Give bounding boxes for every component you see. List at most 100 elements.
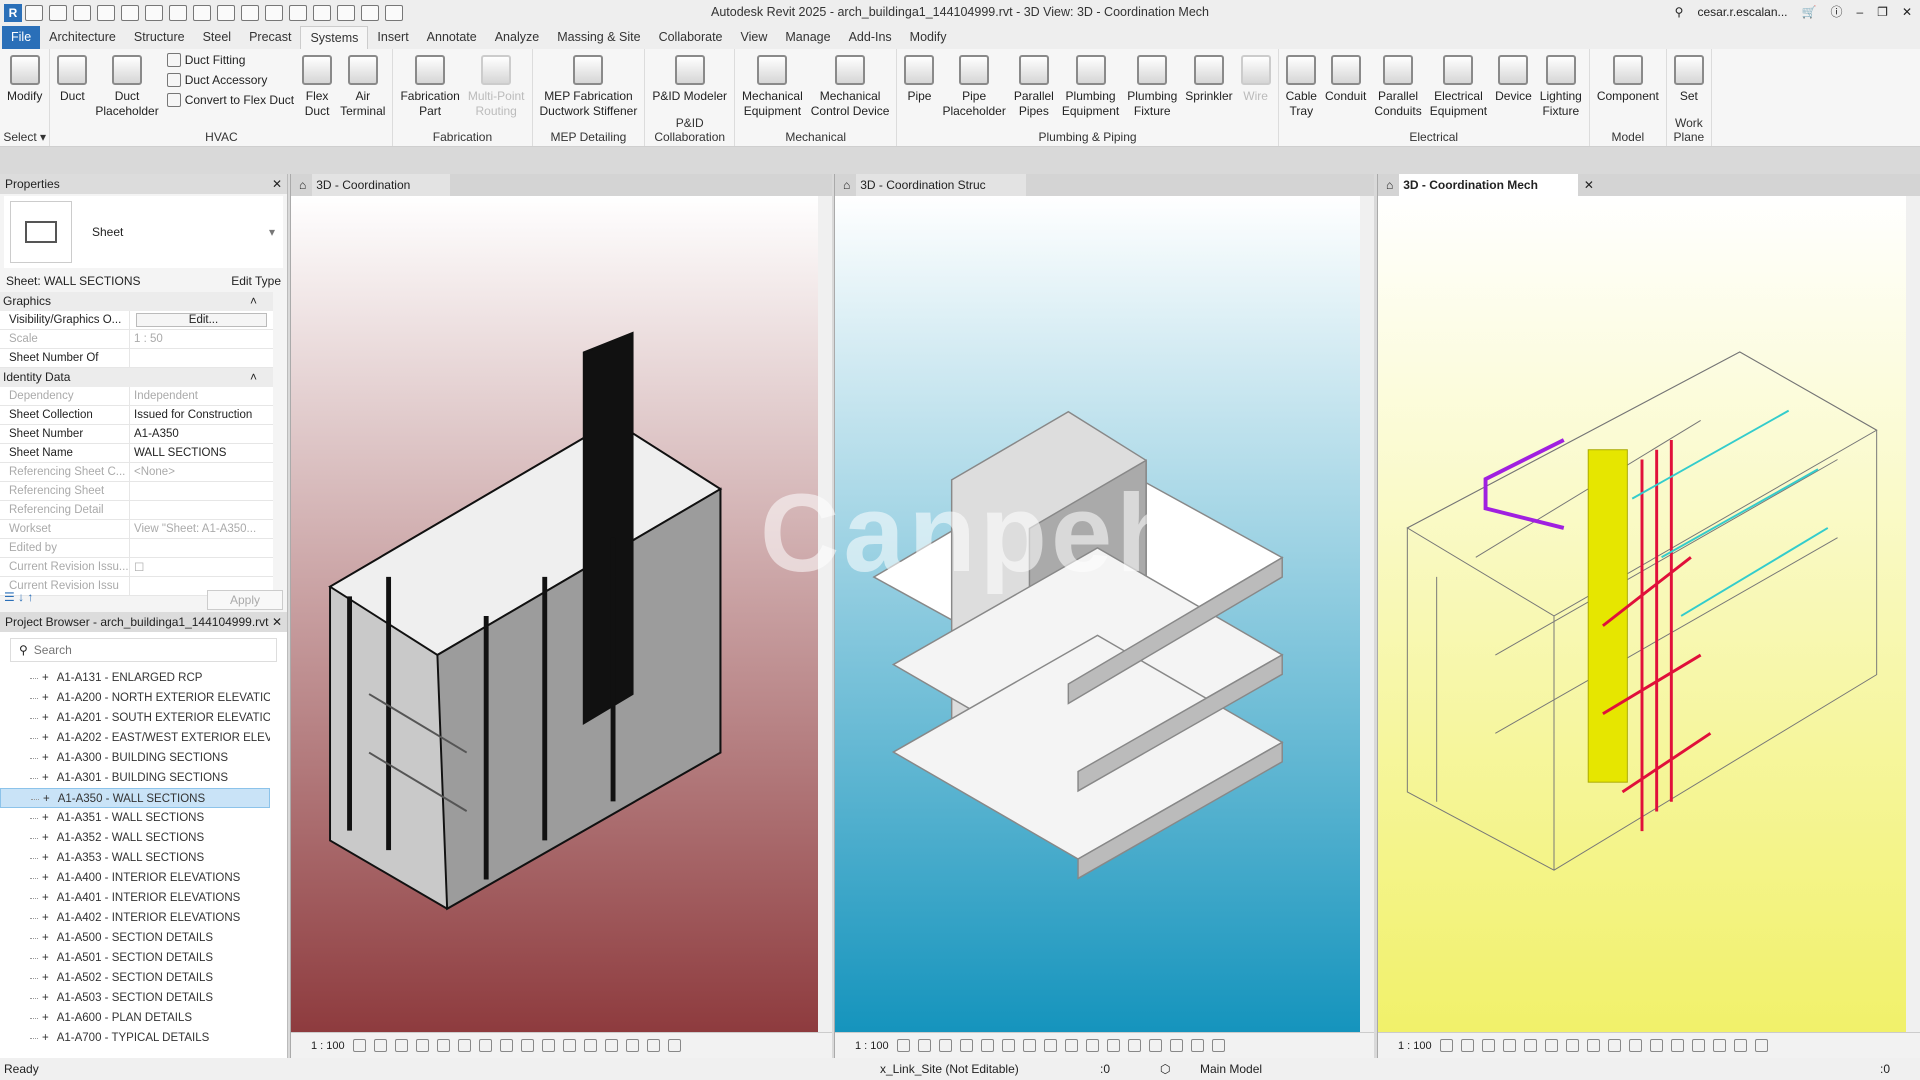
view-control-icon[interactable]	[646, 1039, 660, 1052]
tab-view[interactable]: View	[732, 26, 777, 49]
browser-item[interactable]: + A1-A300 - BUILDING SECTIONS	[0, 748, 270, 768]
view-control-icon[interactable]	[1628, 1039, 1642, 1052]
3d-viewport[interactable]	[1378, 196, 1906, 1032]
ribbon-button[interactable]: Fabrication Part	[396, 53, 463, 126]
expand-icon[interactable]: +	[42, 1012, 49, 1024]
browser-item[interactable]: + A1-A351 - WALL SECTIONS	[0, 808, 270, 828]
expand-icon[interactable]: +	[42, 892, 49, 904]
ribbon-button[interactable]: Sprinkler	[1181, 53, 1236, 126]
sort-icon[interactable]: ☰ ↓ ↑	[4, 590, 33, 610]
ribbon-button[interactable]: Electrical Equipment	[1426, 53, 1491, 126]
edit-type-button[interactable]: Edit Type	[231, 274, 281, 288]
view-control-icon[interactable]	[1712, 1039, 1726, 1052]
expand-icon[interactable]: +	[42, 992, 49, 1004]
view-window[interactable]: ⌂ 3D - Coordination 1 : 100	[290, 174, 832, 1058]
expand-icon[interactable]: +	[42, 772, 49, 784]
ribbon-button[interactable]: MEP Fabrication Ductwork Stiffener	[536, 53, 642, 126]
browser-item[interactable]: + A1-A352 - WALL SECTIONS	[0, 828, 270, 848]
view-tab[interactable]: ⌂ 3D - Coordination	[291, 174, 832, 196]
ribbon-button[interactable]: Plumbing Equipment	[1058, 53, 1123, 126]
view-control-icon[interactable]	[1148, 1039, 1162, 1052]
tab-modify[interactable]: Modify	[901, 26, 956, 49]
ribbon-button[interactable]: Duct	[53, 53, 91, 126]
browser-item[interactable]: + A1-A500 - SECTION DETAILS	[0, 928, 270, 948]
view-control-icon[interactable]	[938, 1039, 952, 1052]
view-control-icon[interactable]	[1691, 1039, 1705, 1052]
view-control-icon[interactable]	[415, 1039, 429, 1052]
expand-icon[interactable]: +	[42, 972, 49, 984]
view-control-icon[interactable]	[1064, 1039, 1078, 1052]
ribbon-button[interactable]: Lighting Fixture	[1536, 53, 1586, 126]
view-control-icon[interactable]	[457, 1039, 471, 1052]
view-control-icon[interactable]	[1565, 1039, 1579, 1052]
ribbon-small-button[interactable]: Duct Accessory	[166, 73, 294, 87]
tab-analyze[interactable]: Analyze	[486, 26, 548, 49]
view-control-icon[interactable]	[1502, 1039, 1516, 1052]
ribbon-button[interactable]: Cable Tray	[1282, 53, 1321, 126]
tab-precast[interactable]: Precast	[240, 26, 300, 49]
ribbon-button[interactable]: Modify	[3, 53, 46, 126]
view-scale[interactable]: 1 : 100	[855, 1040, 889, 1052]
view-control-icon[interactable]	[1754, 1039, 1768, 1052]
collapse-icon[interactable]: ˄	[250, 368, 257, 387]
property-value[interactable]: WALL SECTIONS	[130, 447, 273, 459]
view-window[interactable]: ⌂ 3D - Coordination Struc 1 : 100	[834, 174, 1374, 1058]
design-options-icon[interactable]: ⬡	[1160, 1062, 1200, 1076]
view-control-icon[interactable]	[478, 1039, 492, 1052]
browser-item[interactable]: + A1-A353 - WALL SECTIONS	[0, 848, 270, 868]
ribbon-button[interactable]: Parallel Conduits	[1370, 53, 1425, 126]
view-control-icon[interactable]	[583, 1039, 597, 1052]
view-control-icon[interactable]	[1607, 1039, 1621, 1052]
browser-item[interactable]: + A1-A700 - TYPICAL DETAILS	[0, 1028, 270, 1048]
view-scale[interactable]: 1 : 100	[1398, 1040, 1432, 1052]
view-control-icon[interactable]	[1043, 1039, 1057, 1052]
view-control-icon[interactable]	[1586, 1039, 1600, 1052]
browser-item[interactable]: + A1-A402 - INTERIOR ELEVATIONS	[0, 908, 270, 928]
tab-insert[interactable]: Insert	[368, 26, 417, 49]
vertical-scrollbar[interactable]	[818, 196, 832, 1032]
expand-icon[interactable]: +	[42, 872, 49, 884]
view-control-icon[interactable]	[520, 1039, 534, 1052]
view-control-icon[interactable]	[499, 1039, 513, 1052]
design-option-selector[interactable]: Main Model	[1200, 1062, 1540, 1076]
expand-icon[interactable]: +	[42, 732, 49, 744]
type-selector[interactable]: Sheet ▾	[4, 196, 283, 268]
view-control-icon[interactable]	[1127, 1039, 1141, 1052]
view-scale[interactable]: 1 : 100	[311, 1040, 345, 1052]
tab-architecture[interactable]: Architecture	[40, 26, 125, 49]
property-group[interactable]: Graphics ˄	[0, 292, 273, 311]
ribbon-button[interactable]: Multi-Point Routing	[464, 53, 529, 126]
view-control-icon[interactable]	[1190, 1039, 1204, 1052]
view-control-icon[interactable]	[352, 1039, 366, 1052]
view-control-icon[interactable]	[980, 1039, 994, 1052]
view-control-icon[interactable]	[1211, 1039, 1225, 1052]
browser-item[interactable]: + A1-A131 - ENLARGED RCP	[0, 668, 270, 688]
expand-icon[interactable]: +	[42, 852, 49, 864]
expand-icon[interactable]: +	[42, 812, 49, 824]
ribbon-small-button[interactable]: Duct Fitting	[166, 53, 294, 67]
view-control-icon[interactable]	[1001, 1039, 1015, 1052]
view-control-icon[interactable]	[394, 1039, 408, 1052]
help-icon[interactable]: ⓘ	[1830, 3, 1842, 20]
view-control-icon[interactable]	[1733, 1039, 1747, 1052]
tab-annotate[interactable]: Annotate	[418, 26, 486, 49]
view-control-icon[interactable]	[436, 1039, 450, 1052]
browser-item[interactable]: + A1-A350 - WALL SECTIONS	[0, 788, 270, 808]
expand-icon[interactable]: +	[42, 932, 49, 944]
expand-icon[interactable]: +	[42, 692, 49, 704]
ribbon-button[interactable]: Device	[1491, 53, 1536, 126]
ribbon-button[interactable]: Plumbing Fixture	[1123, 53, 1181, 126]
vertical-scrollbar[interactable]	[1906, 196, 1920, 1032]
view-control-icon[interactable]	[1544, 1039, 1558, 1052]
tab-file[interactable]: File	[2, 26, 41, 49]
browser-item[interactable]: + A1-A501 - SECTION DETAILS	[0, 948, 270, 968]
expand-icon[interactable]: +	[43, 793, 50, 805]
browser-item[interactable]: + A1-A301 - BUILDING SECTIONS	[0, 768, 270, 788]
ribbon-button[interactable]: Air Terminal	[336, 53, 389, 126]
view-control-icon[interactable]	[896, 1039, 910, 1052]
collapse-icon[interactable]: ˄	[250, 292, 257, 311]
view-control-icon[interactable]	[1481, 1039, 1495, 1052]
view-control-icon[interactable]	[541, 1039, 555, 1052]
expand-icon[interactable]: +	[42, 752, 49, 764]
property-value[interactable]: Issued for Construction	[130, 409, 273, 421]
